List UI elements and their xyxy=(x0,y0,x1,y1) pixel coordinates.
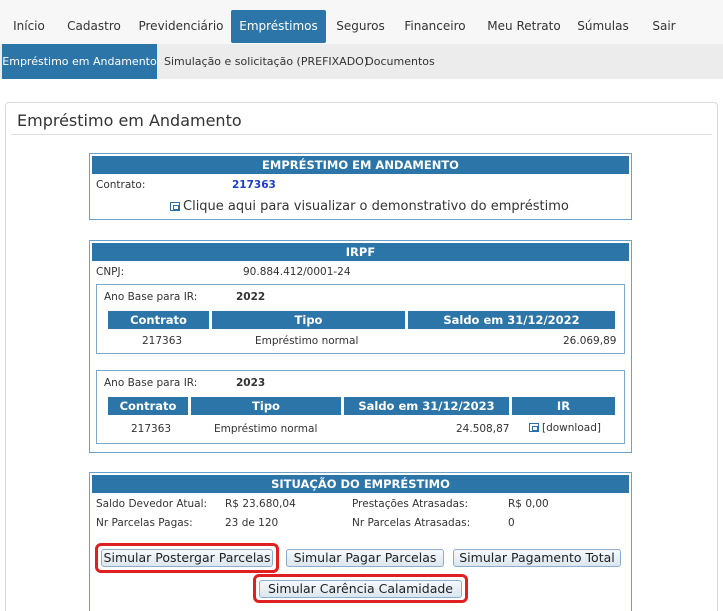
simular-pagamento-total-button[interactable]: Simular Pagamento Total xyxy=(453,549,621,567)
external-window-icon xyxy=(170,202,180,211)
cell-tipo: Empréstimo normal xyxy=(214,423,318,435)
loan-box: EMPRÉSTIMO EM ANDAMENTO Contrato: 217363… xyxy=(89,153,632,220)
simular-pagar-button[interactable]: Simular Pagar Parcelas xyxy=(286,549,444,567)
ano-base-label: Ano Base para IR: xyxy=(104,291,198,303)
nav-previdenciario[interactable]: Previdenciário xyxy=(136,10,226,43)
external-window-icon xyxy=(529,423,539,432)
prestacoes-atrasadas-label: Prestações Atrasadas: xyxy=(352,498,469,510)
nav-cadastro[interactable]: Cadastro xyxy=(64,10,124,43)
parcelas-atrasadas-label: Nr Parcelas Atrasadas: xyxy=(352,517,471,529)
ir-year-2022: Ano Base para IR: 2022 Contrato Tipo Sal… xyxy=(96,284,625,354)
saldo-value: R$ 23.680,04 xyxy=(225,498,296,510)
simular-postergar-button[interactable]: Simular Postergar Parcelas xyxy=(101,549,273,567)
col-contrato: Contrato xyxy=(108,397,188,415)
title-divider xyxy=(11,134,712,135)
statement-link-text[interactable]: Clique aqui para visualizar o demonstrat… xyxy=(183,199,569,214)
situacao-box-header: SITUAÇÃO DO EMPRÉSTIMO xyxy=(92,475,629,493)
subnav-emprestimo-andamento[interactable]: Empréstimo em Andamento xyxy=(2,44,157,79)
nav-financeiro[interactable]: Financeiro xyxy=(400,10,470,43)
cell-contrato: 217363 xyxy=(142,335,183,347)
parcelas-pagas-label: Nr Parcelas Pagas: xyxy=(96,517,193,529)
cell-saldo: 26.069,89 xyxy=(563,335,617,347)
irpf-box-header: IRPF xyxy=(92,243,629,261)
simular-carencia-button[interactable]: Simular Carência Calamidade xyxy=(259,580,462,598)
loan-box-header: EMPRÉSTIMO EM ANDAMENTO xyxy=(92,156,629,174)
nav-sair[interactable]: Sair xyxy=(644,10,684,43)
ano-base-value: 2023 xyxy=(236,377,266,389)
subnav-simulacao[interactable]: Simulação e solicitação (PREFIXADO) xyxy=(164,44,368,79)
prestacoes-atrasadas-value: R$ 0,00 xyxy=(508,498,549,510)
sub-nav: Empréstimo em Andamento Simulação e soli… xyxy=(0,44,723,79)
cell-tipo: Empréstimo normal xyxy=(255,335,359,347)
col-saldo: Saldo em 31/12/2023 xyxy=(344,397,509,415)
col-tipo: Tipo xyxy=(212,311,405,329)
saldo-label: Saldo Devedor Atual: xyxy=(96,498,208,510)
statement-link[interactable]: Clique aqui para visualizar o demonstrat… xyxy=(170,199,569,214)
download-text[interactable]: [download] xyxy=(542,422,601,434)
situacao-box: SITUAÇÃO DO EMPRÉSTIMO Saldo Devedor Atu… xyxy=(89,472,632,611)
parcelas-atrasadas-value: 0 xyxy=(508,517,515,529)
col-tipo: Tipo xyxy=(191,397,341,415)
nav-sumulas[interactable]: Súmulas xyxy=(574,10,632,43)
cnpj-value: 90.884.412/0001-24 xyxy=(243,266,351,278)
irpf-box: IRPF CNPJ: 90.884.412/0001-24 Ano Base p… xyxy=(89,240,632,453)
nav-meu-retrato[interactable]: Meu Retrato xyxy=(484,10,564,43)
col-ir: IR xyxy=(512,397,615,415)
nav-seguros[interactable]: Seguros xyxy=(333,10,388,43)
contract-label: Contrato: xyxy=(96,179,146,191)
subnav-documentos[interactable]: Documentos xyxy=(362,44,438,79)
nav-inicio[interactable]: Início xyxy=(6,10,52,43)
nav-emprestimos[interactable]: Empréstimos xyxy=(231,10,326,43)
col-saldo: Saldo em 31/12/2022 xyxy=(408,311,615,329)
col-contrato: Contrato xyxy=(108,311,209,329)
ano-base-label: Ano Base para IR: xyxy=(104,377,198,389)
cell-saldo: 24.508,87 xyxy=(456,423,510,435)
page-title: Empréstimo em Andamento xyxy=(17,111,242,130)
ir-year-2023: Ano Base para IR: 2023 Contrato Tipo Sal… xyxy=(96,370,625,444)
contract-link[interactable]: 217363 xyxy=(232,179,276,191)
parcelas-pagas-value: 23 de 120 xyxy=(225,517,279,529)
download-link[interactable]: [download] xyxy=(529,422,601,434)
ano-base-value: 2022 xyxy=(236,291,266,303)
cell-contrato: 217363 xyxy=(131,423,172,435)
cnpj-label: CNPJ: xyxy=(96,266,125,278)
main-nav: Início Cadastro Previdenciário Empréstim… xyxy=(0,0,723,44)
